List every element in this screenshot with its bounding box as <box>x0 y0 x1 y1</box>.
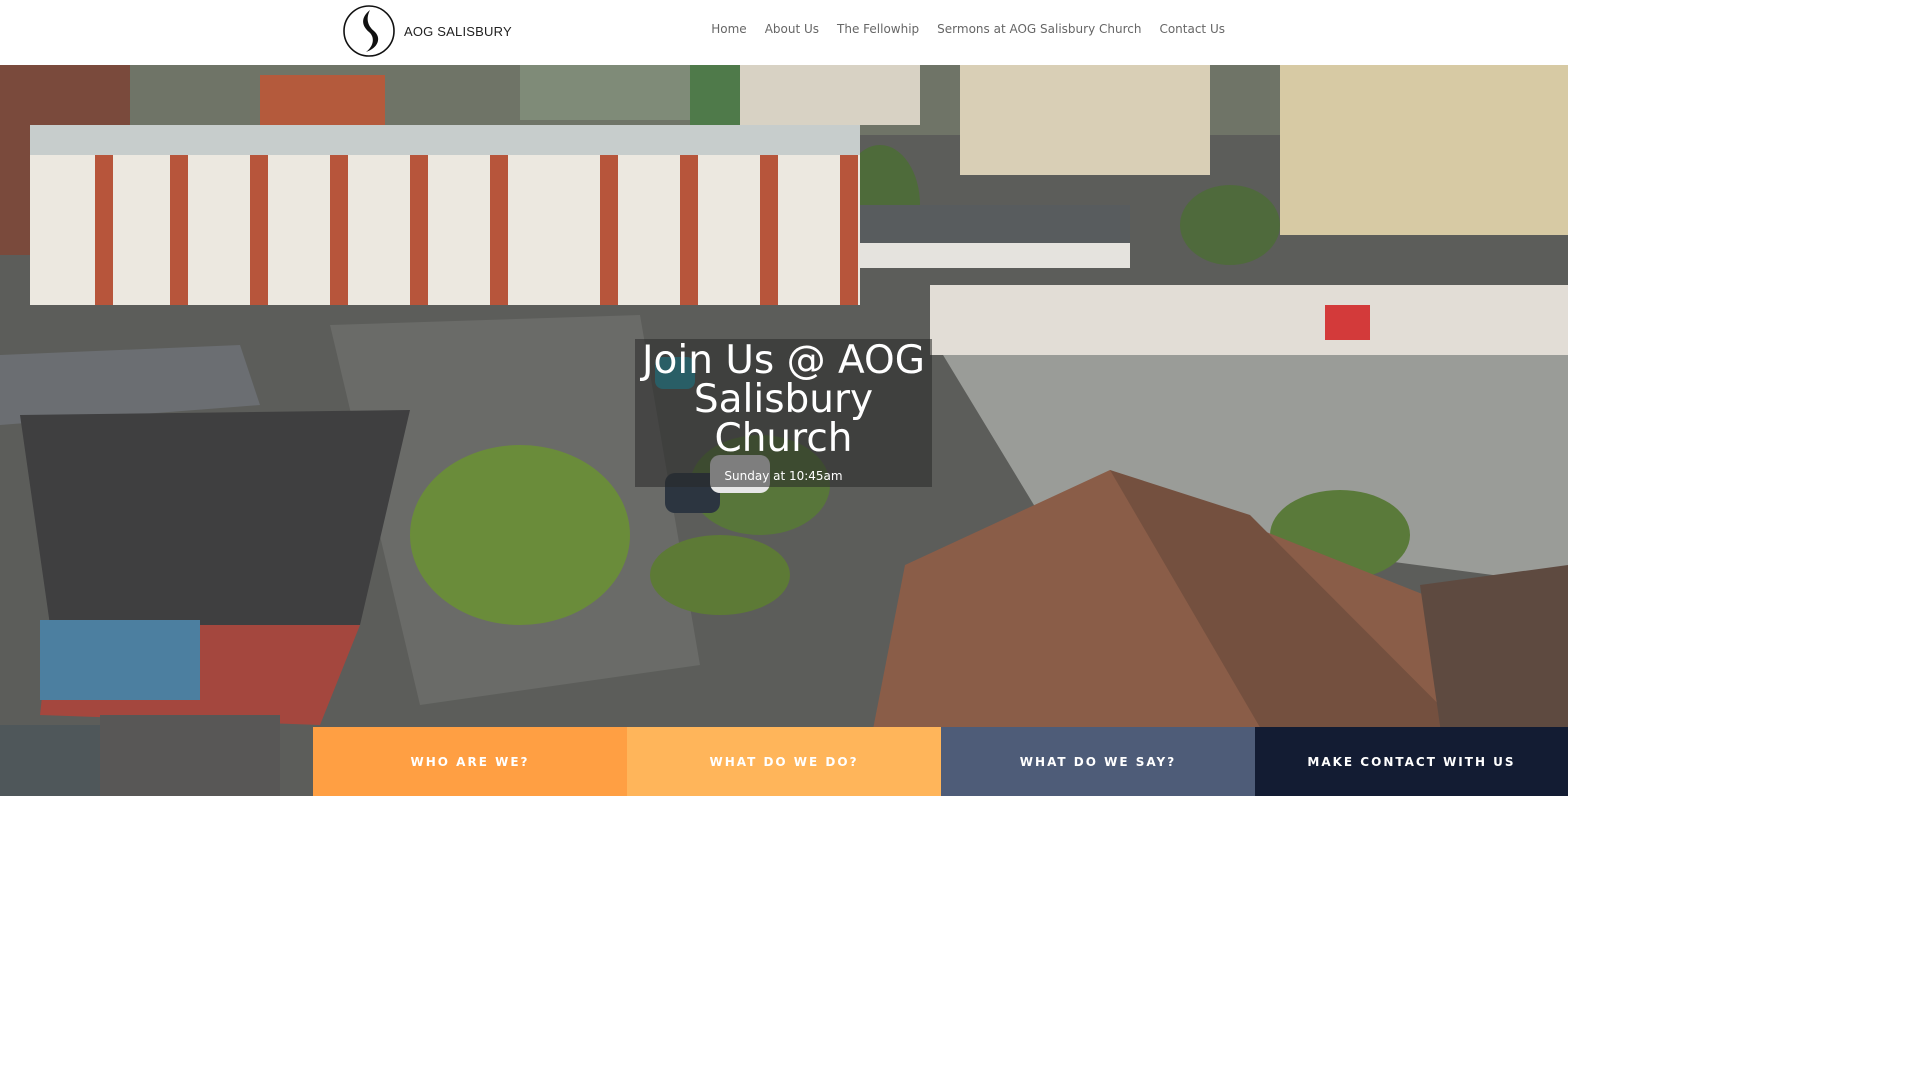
nav-fellowship[interactable]: The Fellowhip <box>837 22 919 36</box>
service-time: Sunday at 10:45am <box>724 469 843 483</box>
what-do-we-say-button[interactable]: WHAT DO WE SAY? <box>941 727 1255 796</box>
site-header: AOG SALISBURY Home About Us The Fellowhi… <box>0 0 1568 65</box>
what-do-we-do-button[interactable]: WHAT DO WE DO? <box>627 727 941 796</box>
hero-section: Join Us @ AOG Salisbury Church Sunday at… <box>0 65 1568 796</box>
cta-row: WHO ARE WE? WHAT DO WE DO? WHAT DO WE SA… <box>313 727 1568 796</box>
nav-contact-us[interactable]: Contact Us <box>1159 22 1225 36</box>
hero-card: Join Us @ AOG Salisbury Church Sunday at… <box>635 339 932 487</box>
what-do-we-do-label: WHAT DO WE DO? <box>709 754 859 769</box>
nav-about-us[interactable]: About Us <box>765 22 819 36</box>
make-contact-button[interactable]: MAKE CONTACT WITH US <box>1255 727 1568 796</box>
flame-icon <box>343 5 395 57</box>
who-are-we-button[interactable]: WHO ARE WE? <box>313 727 627 796</box>
main-nav: Home About Us The Fellowhip Sermons at A… <box>711 22 1225 36</box>
nav-sermons[interactable]: Sermons at AOG Salisbury Church <box>937 22 1141 36</box>
brand-name: AOG SALISBURY <box>404 23 512 39</box>
site-logo[interactable]: AOG SALISBURY <box>342 4 512 58</box>
who-are-we-label: WHO ARE WE? <box>410 754 530 769</box>
hero-title: Join Us @ AOG Salisbury Church <box>642 338 925 461</box>
make-contact-label: MAKE CONTACT WITH US <box>1307 754 1516 769</box>
nav-home[interactable]: Home <box>711 22 746 36</box>
what-do-we-say-label: WHAT DO WE SAY? <box>1019 754 1177 769</box>
